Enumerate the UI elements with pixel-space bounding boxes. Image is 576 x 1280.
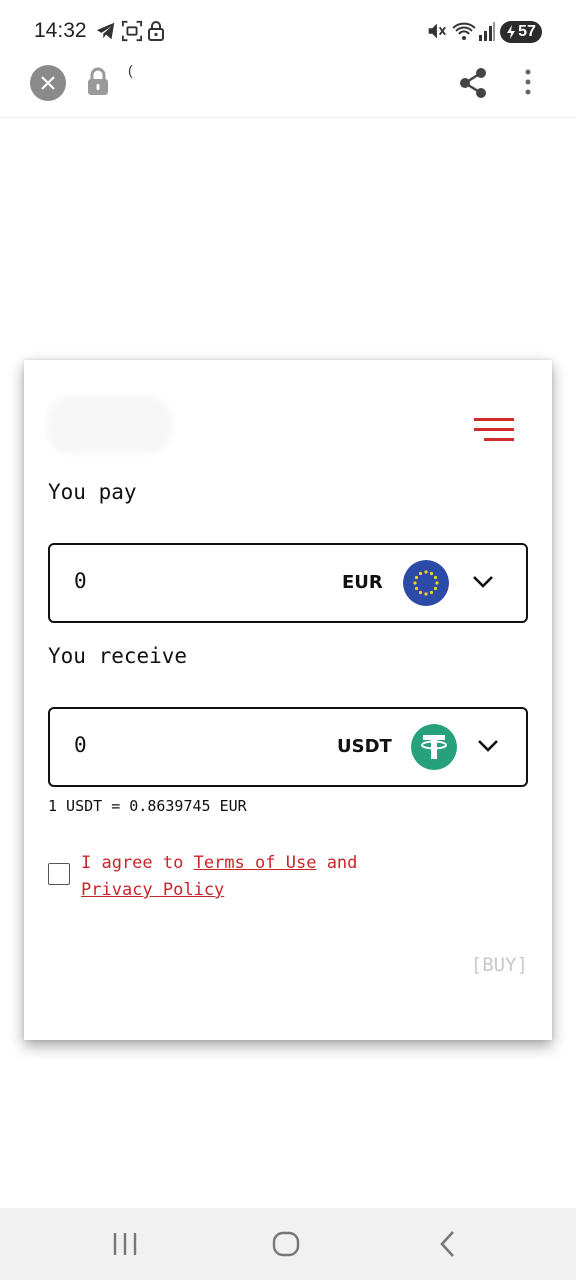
status-time: 14:32 [34,19,87,42]
chevron-down-icon[interactable] [476,736,500,756]
receive-field[interactable]: 0 USDT [48,707,528,787]
agree-text: I agree to Terms of Use and Privacy Poli… [81,850,411,904]
close-icon [41,76,55,90]
receive-label: You receive [48,644,188,668]
buy-button[interactable]: [BUY] [471,954,528,976]
status-bar: 14:32 57 [0,0,576,62]
mute-icon [428,23,446,39]
system-nav-bar [0,1208,576,1280]
pay-amount-input[interactable]: 0 [74,569,87,593]
pay-field[interactable]: 0 EUR [48,543,528,623]
hamburger-menu-icon[interactable] [472,418,514,444]
more-vert-icon[interactable] [518,68,538,98]
exchange-rate: 1 USDT = 0.8639745 EUR [48,797,247,815]
chevron-down-icon[interactable] [471,572,495,592]
terms-link[interactable]: Terms of Use [194,853,317,873]
browser-toolbar: ( [0,62,576,118]
telegram-icon [96,22,115,40]
url-text[interactable]: ( [128,62,133,78]
agree-prefix: I agree to [81,853,184,873]
recent-apps-icon[interactable] [112,1228,138,1260]
lock-icon [148,21,164,41]
home-icon[interactable] [271,1228,301,1260]
tether-icon [411,724,457,770]
exchange-widget: You pay 0 EUR You receive 0 USDT 1 USDT … [24,360,552,1040]
privacy-link[interactable]: Privacy Policy [81,880,224,900]
battery-charging-icon: 57 [500,21,542,43]
receive-currency[interactable]: USDT [337,736,392,757]
close-button[interactable] [30,65,66,101]
share-icon[interactable] [456,66,490,100]
receive-amount-input[interactable]: 0 [74,733,87,757]
logo [46,396,172,454]
agree-and: and [326,853,358,873]
pay-label: You pay [48,480,137,504]
pay-currency[interactable]: EUR [342,572,383,593]
screenshot-icon [121,20,143,42]
back-icon[interactable] [436,1228,458,1260]
agree-checkbox[interactable] [48,863,70,885]
wifi-icon [452,22,476,40]
lock-icon[interactable] [86,67,110,97]
signal-icon [479,22,495,41]
eu-flag-icon [403,560,449,606]
battery-level: 57 [518,23,536,40]
